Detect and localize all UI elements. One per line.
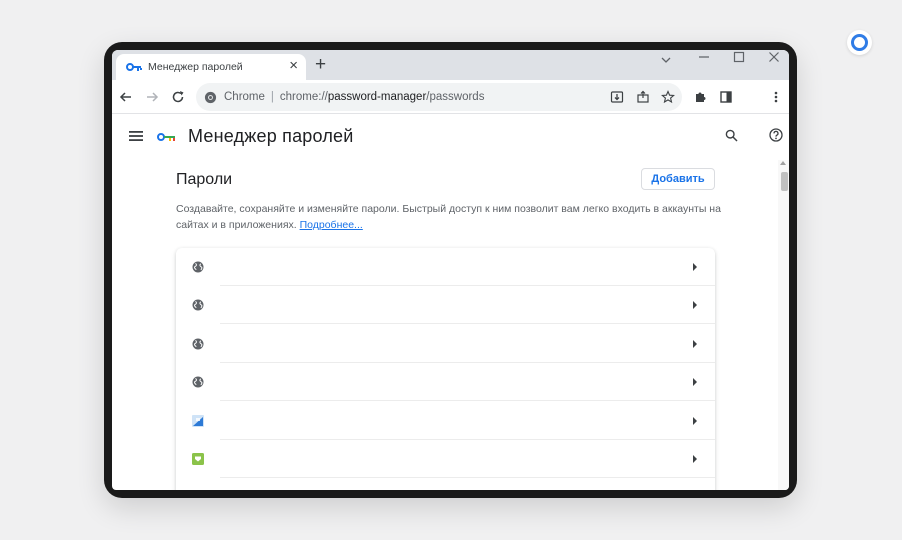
tab-title: Менеджер паролей bbox=[148, 61, 243, 73]
site-favicon-blue bbox=[192, 414, 204, 427]
globe-icon bbox=[192, 298, 204, 311]
password-list bbox=[176, 248, 715, 490]
menu-kebab-icon[interactable] bbox=[768, 89, 784, 105]
globe-icon bbox=[192, 260, 204, 273]
share-icon[interactable] bbox=[635, 89, 651, 105]
chrome-logo-icon bbox=[204, 91, 217, 104]
add-password-button[interactable]: Добавить bbox=[641, 168, 715, 190]
chevron-right-icon bbox=[693, 263, 697, 271]
back-arrow-icon[interactable] bbox=[118, 89, 134, 105]
side-panel-icon[interactable] bbox=[718, 89, 734, 105]
bookmark-star-icon[interactable] bbox=[660, 89, 676, 105]
scrollbar-thumb[interactable] bbox=[781, 172, 788, 191]
tab-close-icon[interactable]: × bbox=[289, 58, 298, 73]
search-icon[interactable] bbox=[725, 129, 738, 142]
tab-strip: Менеджер паролей × + bbox=[112, 50, 789, 80]
browser-window: Менеджер паролей × + Chrome | chrome://p… bbox=[112, 50, 789, 490]
password-manager-logo-icon bbox=[157, 132, 177, 142]
page-header: Менеджер паролей bbox=[112, 114, 789, 160]
scroll-up-arrow-icon[interactable] bbox=[780, 161, 786, 165]
browser-toolbar: Chrome | chrome://password-manager/passwor… bbox=[112, 80, 789, 114]
chevron-right-icon bbox=[693, 455, 697, 463]
url-scheme: chrome:// bbox=[279, 91, 328, 103]
extensions-puzzle-icon[interactable] bbox=[692, 89, 708, 105]
row-divider bbox=[220, 323, 715, 324]
globe-icon bbox=[192, 337, 204, 350]
learn-more-link[interactable]: Подробнее... bbox=[300, 219, 363, 231]
scrollbar-track[interactable] bbox=[778, 160, 789, 490]
address-text: Chrome | chrome://password-manager/passwor… bbox=[224, 91, 484, 103]
reload-icon[interactable] bbox=[170, 89, 186, 105]
install-app-icon[interactable] bbox=[609, 89, 625, 105]
list-item[interactable] bbox=[176, 402, 715, 440]
chevron-right-icon bbox=[693, 301, 697, 309]
list-item[interactable] bbox=[176, 325, 715, 363]
page-title: Менеджер паролей bbox=[188, 126, 354, 146]
chevron-right-icon bbox=[693, 378, 697, 386]
globe-icon bbox=[192, 375, 204, 388]
row-divider bbox=[220, 400, 715, 401]
address-separator: | bbox=[270, 91, 274, 103]
list-item[interactable] bbox=[176, 363, 715, 401]
site-favicon-green bbox=[192, 452, 204, 465]
hamburger-menu-icon[interactable] bbox=[129, 130, 143, 142]
chevron-right-icon bbox=[693, 340, 697, 348]
url-path: /passwords bbox=[426, 91, 485, 103]
chevron-right-icon bbox=[693, 417, 697, 425]
row-divider bbox=[220, 477, 715, 478]
url-host: password-manager bbox=[327, 91, 427, 103]
status-ring-indicator bbox=[847, 30, 872, 55]
list-item[interactable] bbox=[176, 248, 715, 286]
list-item[interactable] bbox=[176, 286, 715, 324]
close-window-button[interactable] bbox=[768, 51, 780, 66]
description: Создавайте, сохраняйте и изменяйте парол… bbox=[176, 201, 721, 233]
tab-password-manager[interactable]: Менеджер паролей × bbox=[116, 54, 306, 80]
site-label: Chrome bbox=[224, 91, 265, 103]
list-item[interactable] bbox=[176, 440, 715, 478]
help-icon[interactable] bbox=[769, 128, 783, 142]
new-tab-button[interactable]: + bbox=[315, 55, 326, 74]
key-icon bbox=[126, 62, 142, 72]
section-title: Пароли bbox=[176, 171, 233, 188]
tab-search-button[interactable] bbox=[660, 53, 672, 68]
description-text: Создавайте, сохраняйте и изменяйте парол… bbox=[176, 203, 721, 231]
minimize-button[interactable] bbox=[698, 51, 710, 66]
maximize-button[interactable] bbox=[733, 51, 745, 66]
forward-arrow-icon[interactable] bbox=[144, 89, 160, 105]
